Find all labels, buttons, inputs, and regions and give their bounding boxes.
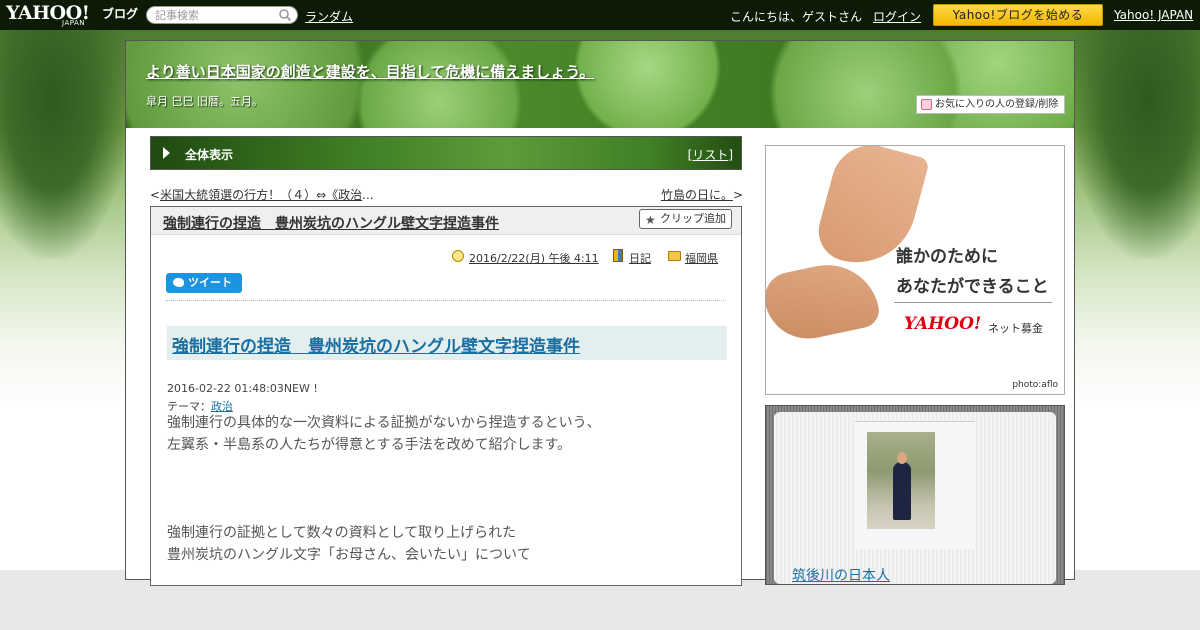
greeting-text: こんにちは、ゲストさん <box>730 10 863 24</box>
person-head <box>897 452 907 464</box>
start-blog-button[interactable]: Yahoo!ブログを始める <box>933 4 1103 26</box>
all-view-link[interactable]: 全体表示 <box>185 146 233 163</box>
body-paragraph: 豊州炭坑のハングル文字「お母さん、会いたい」について <box>167 547 531 563</box>
category-link[interactable]: 日記 <box>629 252 651 265</box>
login-link[interactable]: ログイン <box>873 8 921 25</box>
search-icon[interactable] <box>278 8 292 22</box>
prev-marker: < <box>150 188 161 202</box>
profile-name-link[interactable]: 筑後川の日本人 <box>792 565 890 585</box>
charity-ad-banner[interactable]: 誰かのために あなたができること YAHOO! ネット募金 photo:aflo <box>765 145 1065 395</box>
ad-photo-credit: photo:aflo <box>1012 380 1058 390</box>
article-header: 強制連行の捏造 豊州炭坑のハングル壁文字捏造事件 ★ クリップ追加 <box>151 207 741 235</box>
prev-article: <米国大統領選の行方！（４）⇔《政治... <box>150 186 374 203</box>
profile-photo-frame <box>855 421 975 549</box>
body-paragraph: 左翼系・半島系の人たちが得意とする手法を改めて紹介します。 <box>167 437 572 453</box>
diary-icon <box>613 249 623 262</box>
clip-add-button[interactable]: ★ クリップ追加 <box>639 209 732 229</box>
body-title-box: 強制連行の捏造 豊州炭坑のハングル壁文字捏造事件 <box>167 326 727 360</box>
article-folder: 福岡県 <box>685 250 718 266</box>
yahoo-japan-link[interactable]: Yahoo! JAPAN <box>1114 8 1193 22</box>
ad-headline: あなたができること <box>896 277 1049 297</box>
folder-link[interactable]: 福岡県 <box>685 252 718 265</box>
clock-icon <box>452 250 464 262</box>
body-title-link[interactable]: 強制連行の捏造 豊州炭坑のハングル壁文字捏造事件 <box>172 332 580 357</box>
prev-article-link[interactable]: 米国大統領選の行方！（４）⇔《政治 <box>160 188 362 202</box>
tweet-label: ツイート <box>188 276 232 289</box>
logo-japan-text: JAPAN <box>62 19 86 27</box>
ad-hand-image <box>766 255 883 347</box>
profile-box: 筑後川の日本人 <box>765 405 1065 585</box>
search-box <box>146 6 298 24</box>
body-paragraph: 強制連行の証拠として数々の資料として取り上げられた <box>167 525 517 541</box>
favorite-register-label: お気に入りの人の登録/削除 <box>935 99 1059 110</box>
ad-brand-logo: YAHOO! <box>904 314 982 334</box>
body-paragraph: 強制連行の具体的な一次資料による証拠がないから捏造するという、 <box>167 415 601 431</box>
person-figure <box>893 462 911 520</box>
article-nav-bar: 全体表示 [リスト] <box>150 136 742 170</box>
list-toggle: [リスト] <box>688 146 733 163</box>
article-date-link[interactable]: 2016/2/22(月) 午後 4:11 <box>469 252 599 265</box>
favorite-register-button[interactable]: お気に入りの人の登録/削除 <box>916 95 1065 114</box>
article-category: 日記 <box>629 250 651 266</box>
ad-divider <box>894 302 1052 303</box>
next-article-link[interactable]: 竹島の日に。 <box>661 188 733 202</box>
profile-inner: 筑後川の日本人 <box>774 412 1056 584</box>
prev-ellipsis: ... <box>362 188 374 202</box>
article-title[interactable]: 強制連行の捏造 豊州炭坑のハングル壁文字捏造事件 <box>163 213 499 233</box>
background-tree-right <box>1070 30 1200 260</box>
blog-title[interactable]: より善い日本国家の創造と建設を、目指して危機に備えましょう。 <box>146 61 594 82</box>
next-article: 竹島の日に。> <box>661 186 743 203</box>
star-icon: ★ <box>645 213 656 227</box>
ad-headline: 誰かのために <box>896 247 998 267</box>
search-input[interactable] <box>155 8 275 22</box>
divider <box>166 300 726 301</box>
next-marker: > <box>733 188 744 202</box>
random-link[interactable]: ランダム <box>305 8 353 25</box>
blog-description: 皐月 巳巳 旧暦。五月。 <box>146 95 263 108</box>
background-tree-left <box>0 30 130 260</box>
folder-icon <box>668 251 681 261</box>
logo-blog-text: ブログ <box>102 7 139 21</box>
article-datetime: 2016/2/22(月) 午後 4:11 <box>469 250 599 266</box>
twitter-bird-icon <box>173 278 184 287</box>
favorite-icon <box>921 99 932 110</box>
ad-brand-subtitle: ネット募金 <box>988 322 1043 335</box>
profile-photo[interactable] <box>867 432 935 529</box>
blog-container: より善い日本国家の創造と建設を、目指して危機に備えましょう。 皐月 巳巳 旧暦。… <box>125 40 1075 586</box>
post-date: 2016-02-22 01:48:03NEW ! <box>167 382 318 395</box>
play-arrow-icon <box>163 147 170 159</box>
blog-header: より善い日本国家の創造と建設を、目指して危機に備えましょう。 皐月 巳巳 旧暦。… <box>126 41 1074 128</box>
tweet-button[interactable]: ツイート <box>166 273 242 293</box>
list-bracket-close: ] <box>728 148 733 162</box>
clip-add-label: クリップ追加 <box>660 212 726 225</box>
article: 強制連行の捏造 豊州炭坑のハングル壁文字捏造事件 ★ クリップ追加 2016/2… <box>150 206 742 586</box>
yahoo-blog-logo[interactable]: YAHOO! JAPAN ブログ <box>6 2 140 28</box>
top-bar: YAHOO! JAPAN ブログ ランダム こんにちは、ゲストさん ログイン Y… <box>0 0 1200 30</box>
list-link[interactable]: リスト <box>692 148 728 162</box>
